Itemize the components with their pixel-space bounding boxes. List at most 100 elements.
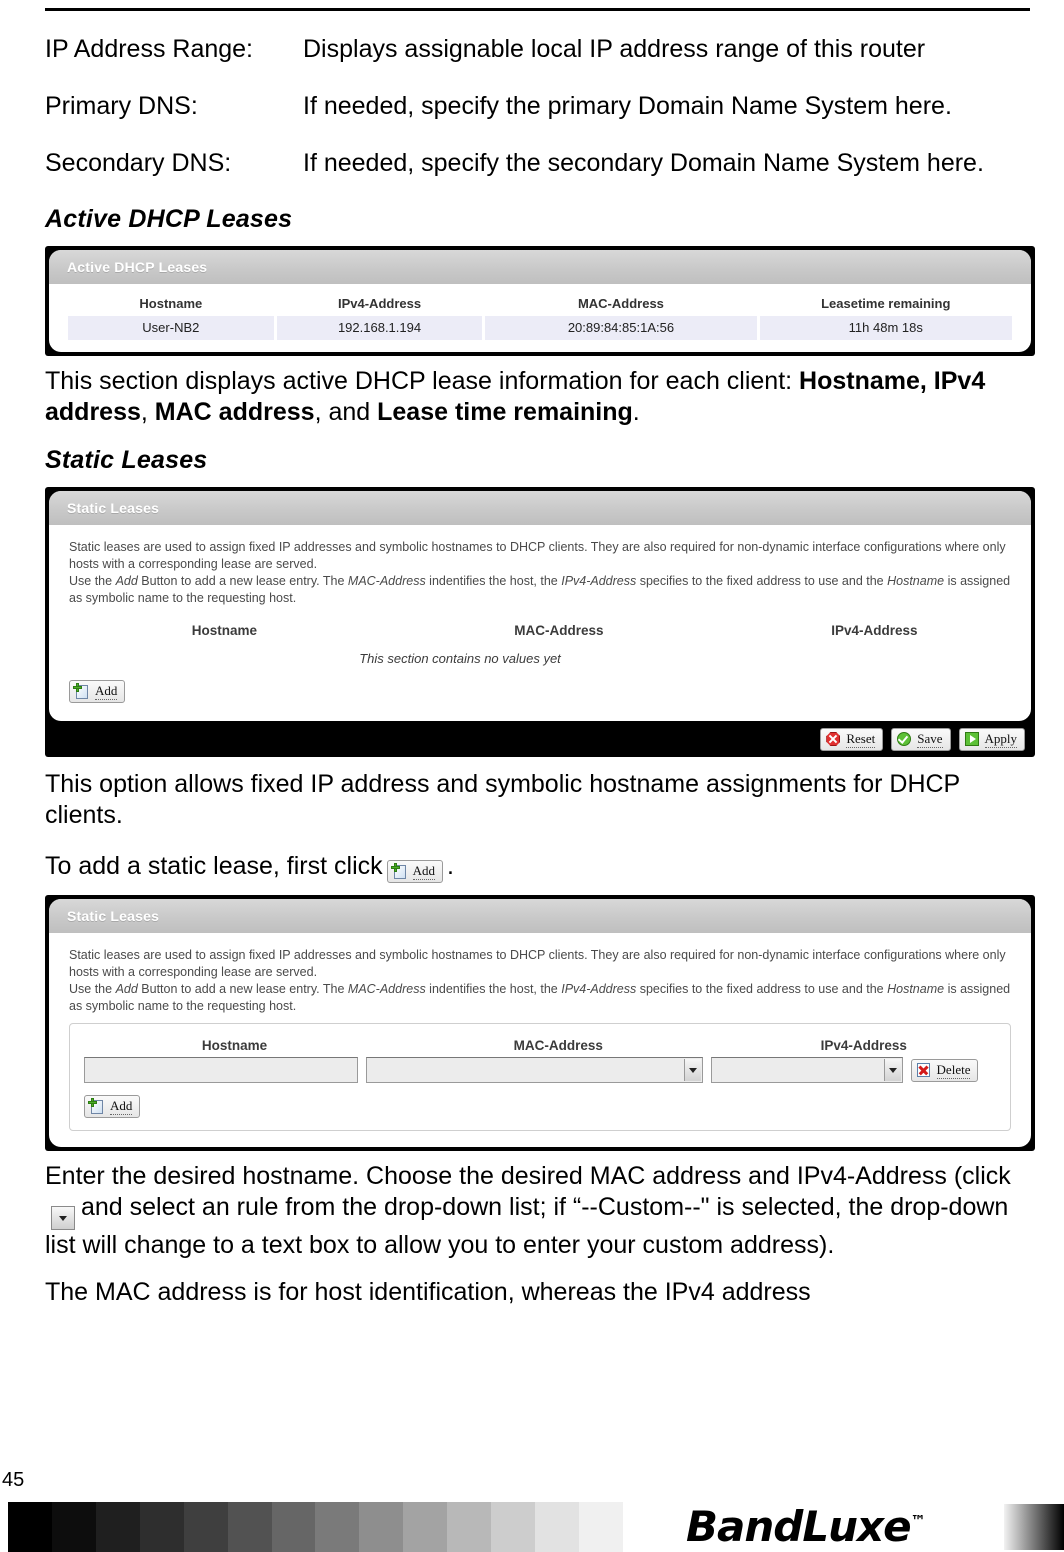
definition-description: If needed, specify the primary Domain Na… <box>303 92 952 120</box>
enter-text-a: Enter the desired hostname. Choose the d… <box>45 1161 1011 1190</box>
static-leases-column-headers: Hostname MAC-Address IPv4-Address <box>84 1038 996 1053</box>
description-paragraph-2: Use the Add Button to add a new lease en… <box>69 982 1010 1013</box>
toadd-text: To add a static lease, first click <box>45 851 383 880</box>
definition-term: IP Address Range: <box>45 35 254 63</box>
column-header-ipv4-address: IPv4-Address <box>831 623 918 638</box>
grayscale-step <box>315 1502 360 1552</box>
page-top-rule <box>45 8 1030 11</box>
save-button-label: Save <box>917 730 943 748</box>
caption-sep-2: , and <box>314 398 378 426</box>
panel-title: Active DHCP Leases <box>49 250 1031 284</box>
delete-button-label: Delete <box>936 1061 971 1079</box>
apply-button[interactable]: Apply <box>958 727 1025 751</box>
desc-text: Button to add a new lease entry. The <box>137 574 348 588</box>
grayscale-step <box>271 1502 316 1552</box>
chevron-down-icon[interactable] <box>684 1059 702 1081</box>
add-page-plus-icon <box>88 1097 105 1115</box>
static-leases-panel: Static Leases Static leases are used to … <box>49 491 1031 721</box>
caption-sep-1: , <box>140 398 155 426</box>
section-heading-static-leases: Static Leases <box>45 446 208 474</box>
add-page-plus-icon <box>390 862 408 880</box>
grayscale-step <box>227 1502 272 1552</box>
desc-text: Use the <box>69 982 116 996</box>
static-leases-empty-note: This section contains no values yet <box>359 651 561 666</box>
add-button-label: Add <box>412 863 436 880</box>
description-paragraph-2: Use the Add Button to add a new lease en… <box>69 574 1010 605</box>
active-dhcp-leases-screenshot: Active DHCP Leases Hostname IPv4-Address… <box>45 246 1035 356</box>
desc-em-hostname: Hostname <box>887 574 945 588</box>
chevron-down-icon-inline[interactable] <box>51 1206 75 1230</box>
mac-address-select[interactable] <box>365 1057 704 1083</box>
definition-term: Secondary DNS: <box>45 149 232 177</box>
caption-bold-mac: MAC address <box>154 398 315 426</box>
add-button[interactable]: Add <box>84 1095 141 1118</box>
add-button-wrap: Add <box>69 680 1011 705</box>
add-button[interactable]: Add <box>69 680 126 703</box>
column-header-mac-address: MAC-Address <box>513 1038 603 1053</box>
apply-play-icon <box>964 731 980 747</box>
column-header-ipv4-address: IPv4-Address <box>820 1038 907 1053</box>
grayscale-gradient-strip <box>1004 1504 1064 1550</box>
ipv4-address-select[interactable] <box>711 1057 903 1083</box>
desc-em-hostname: Hostname <box>887 982 945 996</box>
desc-text: indentifies the host, the <box>425 982 562 996</box>
page-footer: BandLuxe™ <box>0 1502 1064 1552</box>
definition-row: Primary DNS: If needed, specify the prim… <box>45 91 1035 122</box>
column-header-hostname: Hostname <box>139 296 203 311</box>
add-page-plus-icon <box>73 682 90 700</box>
delete-button[interactable]: Delete <box>910 1058 979 1082</box>
description-paragraph-1: Static leases are used to assign fixed I… <box>69 540 1006 571</box>
grayscale-step <box>139 1502 184 1552</box>
grayscale-step <box>578 1502 623 1552</box>
column-header-leasetime-remaining: Leasetime remaining <box>821 296 951 311</box>
section-heading-active-dhcp-leases: Active DHCP Leases <box>45 205 293 233</box>
desc-em-add: Add <box>115 574 138 588</box>
add-button-label: Add <box>110 1098 133 1115</box>
desc-text: specifies to the fixed address to use an… <box>636 574 888 588</box>
column-header-ipv4-address: IPv4-Address <box>337 296 422 311</box>
desc-em-ipv4: IPv4-Address <box>561 574 637 588</box>
enter-text-b: and select an rule from the drop-down li… <box>45 1192 1009 1260</box>
panel-action-buttons: Reset Save Apply <box>820 727 1025 751</box>
active-dhcp-leases-panel: Active DHCP Leases Hostname IPv4-Address… <box>49 250 1031 352</box>
table-header-row: Hostname IPv4-Address MAC-Address Leaset… <box>68 292 1012 316</box>
reset-button[interactable]: Reset <box>820 727 884 751</box>
cell-leasetime-remaining: 11h 48m 18s <box>759 316 1012 340</box>
column-header-mac-address: MAC-Address <box>514 623 604 638</box>
desc-em-mac: MAC-Address <box>347 982 426 996</box>
grayscale-calibration-bar <box>8 1502 623 1552</box>
chevron-down-icon[interactable] <box>883 1059 901 1081</box>
static-leases-empty-screenshot: Static Leases Static leases are used to … <box>45 487 1035 757</box>
add-button-wrap: Add <box>84 1095 996 1120</box>
brand-name: BandLuxe <box>686 1502 912 1551</box>
desc-text: Use the <box>69 574 116 588</box>
column-header-mac-address: MAC-Address <box>577 296 664 311</box>
grayscale-step <box>95 1502 140 1552</box>
toadd-period: . <box>447 851 454 880</box>
add-button-inline[interactable]: Add <box>386 860 444 883</box>
static-leases-enter-paragraph: Enter the desired hostname. Choose the d… <box>45 1161 1035 1262</box>
desc-em-ipv4: IPv4-Address <box>561 982 637 996</box>
active-dhcp-caption: This section displays active DHCP lease … <box>45 366 1035 428</box>
definition-row: IP Address Range: Displays assignable lo… <box>45 34 1035 65</box>
static-leases-option-paragraph: This option allows fixed IP address and … <box>45 769 960 829</box>
grayscale-step <box>359 1502 404 1552</box>
grayscale-step <box>51 1502 96 1552</box>
static-lease-entry-row: Delete <box>84 1057 996 1083</box>
trademark-symbol: ™ <box>910 1512 926 1530</box>
grayscale-step <box>403 1502 448 1552</box>
static-leases-panel-form: Static Leases Static leases are used to … <box>49 899 1031 1147</box>
column-header-hostname: Hostname <box>201 1038 268 1053</box>
static-leases-description: Static leases are used to assign fixed I… <box>69 947 1011 1015</box>
grayscale-step <box>447 1502 492 1552</box>
reset-button-label: Reset <box>846 730 876 748</box>
active-dhcp-leases-table: Hostname IPv4-Address MAC-Address Leaset… <box>65 292 1015 340</box>
grayscale-step <box>491 1502 536 1552</box>
hostname-input[interactable] <box>84 1057 358 1083</box>
static-leases-toadd-paragraph: To add a static lease, first click Add. <box>45 851 1035 883</box>
definition-term: Primary DNS: <box>45 92 198 120</box>
save-button[interactable]: Save <box>891 727 951 751</box>
definition-row: Secondary DNS: If needed, specify the se… <box>45 148 1035 179</box>
delete-x-icon <box>916 1062 932 1078</box>
page-content: IP Address Range: Displays assignable lo… <box>45 34 1035 1322</box>
